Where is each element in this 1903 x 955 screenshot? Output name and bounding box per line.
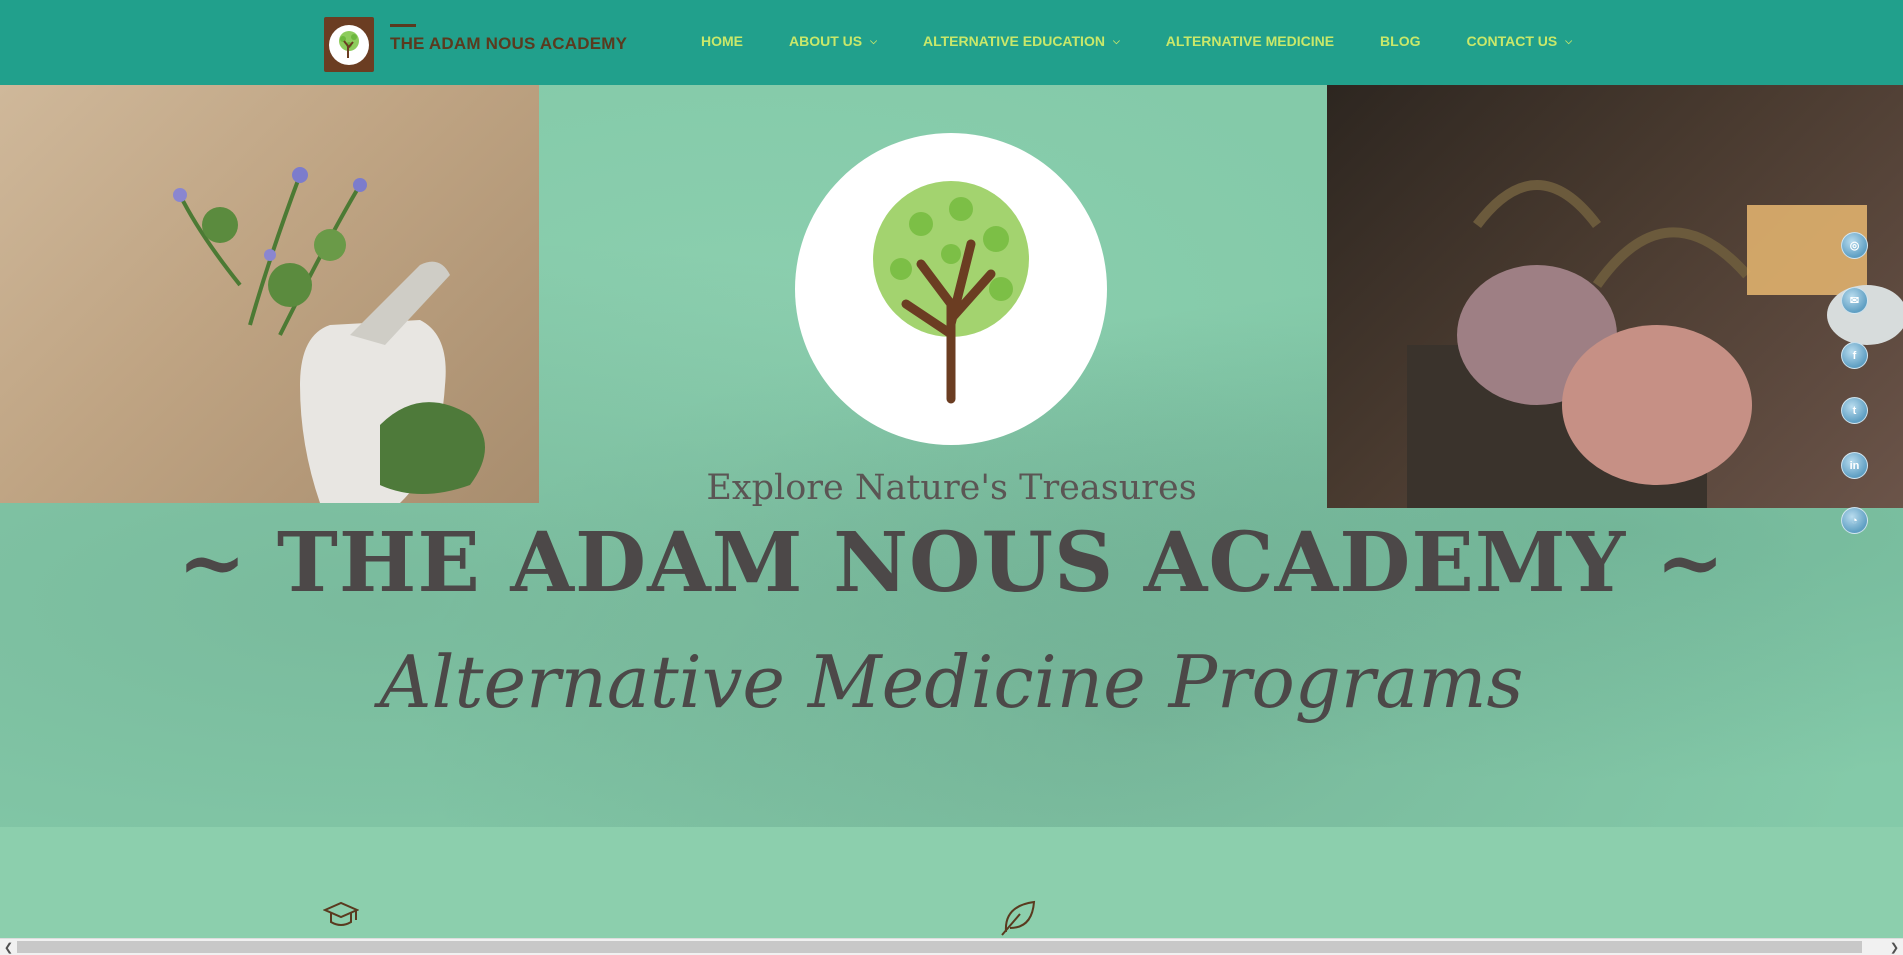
instagram-icon[interactable]: ◎ [1841, 232, 1868, 259]
nav-alternative-medicine[interactable]: ALTERNATIVE MEDICINE [1166, 33, 1334, 49]
mortar-pestle-photo [0, 85, 539, 503]
chevron-down-icon: ⌵ [870, 35, 877, 46]
horizontal-scrollbar[interactable]: ❮ ❯ [0, 938, 1903, 955]
nav-about-us-label: ABOUT US [789, 33, 863, 49]
chevron-down-icon: ⌵ [1112, 35, 1120, 46]
nav-blog-label: BLOG [1380, 33, 1421, 49]
twitter-icon[interactable]: t [1841, 397, 1868, 424]
nav-alternative-education[interactable]: ALTERNATIVE EDUCATION ⌵ [923, 33, 1120, 49]
nav-contact-us-label: CONTACT US [1466, 33, 1558, 49]
title-accent-bar [390, 24, 416, 27]
tree-logo-icon [329, 24, 369, 65]
chevron-down-icon: ⌵ [1565, 35, 1573, 46]
main-nav: HOME ABOUT US ⌵ ALTERNATIVE EDUCATION ⌵ … [701, 33, 1618, 49]
graduation-cap-icon [322, 900, 360, 935]
scroll-right-icon[interactable]: ❯ [1886, 939, 1903, 955]
hero-tree-logo [795, 133, 1107, 445]
site-header: THE ADAM NOUS ACADEMY HOME ABOUT US ⌵ AL… [0, 0, 1903, 85]
nav-about-us[interactable]: ABOUT US ⌵ [789, 33, 877, 49]
nav-blog[interactable]: BLOG [1380, 33, 1420, 49]
hero-banner: Explore Nature's Treasures ~ THE ADAM NO… [0, 85, 1903, 827]
nav-contact-us[interactable]: CONTACT US ⌵ [1467, 33, 1573, 49]
nav-home[interactable]: HOME [701, 33, 743, 49]
linkedin-icon[interactable]: in [1841, 452, 1868, 479]
teapots-photo [1327, 85, 1903, 508]
hero-subtitle: Alternative Medicine Programs [379, 640, 1524, 724]
leaf-icon [1000, 898, 1038, 941]
email-icon[interactable]: ✉ [1841, 287, 1868, 314]
hero-tagline: Explore Nature's Treasures [706, 468, 1197, 508]
nav-home-label: HOME [701, 33, 743, 49]
rss-icon[interactable]: ◔ [1841, 507, 1868, 534]
social-sidebar: ◎ ✉ f t in ◔ [1841, 232, 1868, 562]
nav-alternative-medicine-label: ALTERNATIVE MEDICINE [1165, 33, 1335, 49]
facebook-icon[interactable]: f [1841, 342, 1868, 369]
scrollbar-thumb[interactable] [17, 941, 1862, 953]
nav-alternative-education-label: ALTERNATIVE EDUCATION [922, 33, 1105, 49]
site-logo[interactable] [324, 17, 374, 72]
scroll-left-icon[interactable]: ❮ [0, 939, 17, 955]
hero-title: ~ THE ADAM NOUS ACADEMY ~ [177, 515, 1726, 611]
site-title[interactable]: THE ADAM NOUS ACADEMY [390, 34, 627, 54]
